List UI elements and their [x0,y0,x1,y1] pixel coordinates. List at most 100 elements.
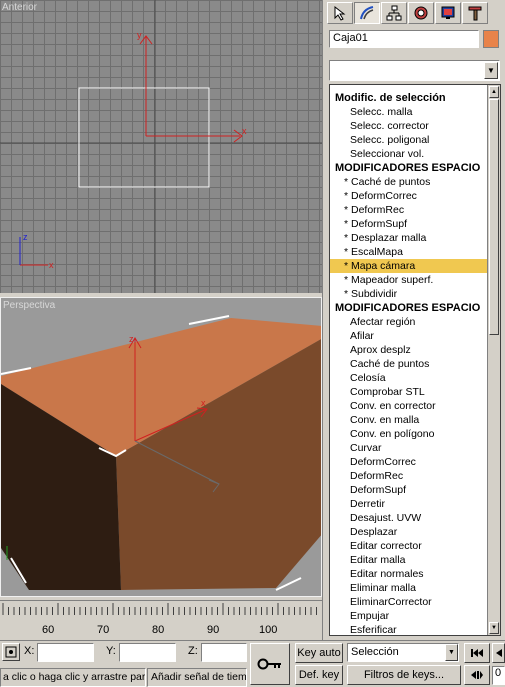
tab-motion[interactable] [408,2,434,24]
modifier-list[interactable]: Modific. de selección Selecc. malla Selecc… [329,84,501,636]
modifier-item[interactable]: * EscalMapa [330,245,488,259]
modifier-item[interactable]: EliminarCorrector [330,595,488,609]
modifier-item[interactable]: Selecc. corrector [330,119,488,133]
modifier-item[interactable]: Conv. en polígono [330,427,488,441]
key-auto-button[interactable]: Key auto [295,643,343,663]
x-coord-field[interactable] [37,643,94,662]
modifier-item[interactable]: * Caché de puntos [330,175,488,189]
add-time-tag[interactable]: Añadir señal de tiem [147,668,247,687]
set-key-button[interactable] [250,643,290,685]
modifier-item[interactable]: * Mapeador superf. [330,273,488,287]
current-frame-field[interactable]: 0 [492,666,505,685]
modifier-item[interactable]: DeformRec [330,469,488,483]
key-filters-button[interactable]: Filtros de keys... [347,665,461,685]
tab-modify[interactable] [354,2,380,24]
object-color-swatch[interactable] [483,30,499,48]
gizmo-y-label: y [137,30,142,40]
modifier-category-header[interactable]: Modific. de selección [330,91,488,105]
timeline-ruler[interactable]: 60 70 80 90 100 [0,600,322,638]
ruler-label: 100 [259,624,278,636]
key-icon [257,658,281,670]
modifier-item[interactable]: Afilar [330,329,488,343]
modifier-item[interactable]: Selecc. malla [330,105,488,119]
modifier-item[interactable]: Conv. en malla [330,413,488,427]
modifier-item[interactable]: * Desplazar malla [330,231,488,245]
modifier-item[interactable]: * Subdividir [330,287,488,301]
box-object-front[interactable] [78,87,210,188]
scroll-up-icon[interactable]: ▲ [489,86,499,98]
key-mode-icon [471,671,483,679]
modifier-item[interactable]: Conv. en corrector [330,399,488,413]
absolute-mode-toggle[interactable] [2,643,20,661]
go-to-start-button[interactable] [464,643,490,663]
y-coord-label: Y: [106,645,116,657]
ruler-label: 70 [97,624,110,636]
modifier-item[interactable]: Empujar [330,609,488,623]
create-icon [334,5,346,21]
transform-type-in-icon [5,646,17,658]
modifier-item[interactable]: Afectar región [330,315,488,329]
modifier-item[interactable]: Derretir [330,497,488,511]
tab-create[interactable] [327,2,353,24]
key-mode-toggle[interactable] [464,665,490,685]
viewport-perspective-label[interactable]: Perspectiva [3,300,55,311]
modifier-item[interactable]: Seleccionar vol. [330,147,488,161]
x-coord-label: X: [24,645,35,657]
modifier-item[interactable]: Desplazar [330,525,488,539]
go-to-start-icon [471,649,483,657]
modifier-item[interactable]: Editar normales [330,567,488,581]
modifier-item[interactable]: Desajust. UVW [330,511,488,525]
modifier-item[interactable]: Celosía [330,371,488,385]
chevron-down-icon[interactable]: ▼ [445,644,458,661]
tripod-z-label: z [23,232,28,242]
utilities-icon [468,6,482,21]
persp-z-label: z [129,334,134,344]
modifier-item[interactable]: Editar corrector [330,539,488,553]
modifier-item[interactable]: Aprox desplz [330,343,488,357]
y-coord-field[interactable] [119,643,176,662]
modifier-item[interactable]: DeformSupf [330,483,488,497]
display-icon [441,6,455,19]
object-name-field[interactable]: Caja01 [329,30,479,48]
key-filter-selection-dropdown[interactable]: Selección ▼ [347,643,459,662]
gizmo-x-label: x [242,126,247,136]
modifier-item[interactable]: Comprobar STL [330,385,488,399]
command-panel: Caja01 ▼ Modific. de selección Selecc. ma… [322,0,505,640]
viewport-perspective[interactable]: z x Perspectiva [0,297,322,597]
modifier-item[interactable]: * DeformRec [330,203,488,217]
viewport-front-scene: y x x z [0,0,322,293]
modifier-item[interactable]: Caché de puntos [330,357,488,371]
motion-icon [414,6,428,20]
modifier-list-dropdown[interactable]: ▼ [329,60,500,81]
modifier-category-header[interactable]: MODIFICADORES ESPACIO [330,161,488,175]
modifier-item[interactable]: Eliminar malla [330,581,488,595]
modifier-item[interactable]: Editar malla [330,553,488,567]
previous-frame-button[interactable] [492,643,505,663]
viewport-front-label[interactable]: Anterior [2,2,37,13]
status-bar: X: Y: Z: Key auto Def. key Selección ▼ F… [0,640,505,687]
modifier-item[interactable]: * Mapa cámara [330,259,488,273]
viewport-front[interactable]: y x x z Anterior [0,0,322,293]
z-coord-label: Z: [188,645,198,657]
scroll-thumb[interactable] [489,99,499,335]
modifier-list-scrollbar[interactable]: ▲ ▼ [487,85,500,635]
modifier-item[interactable]: * DeformCorrec [330,189,488,203]
ruler-label: 90 [207,624,220,636]
modify-icon [360,6,374,20]
ruler-label: 60 [42,624,55,636]
modifier-item[interactable]: DeformCorrec [330,455,488,469]
tab-hierarchy[interactable] [381,2,407,24]
modifier-item[interactable]: Esferificar [330,623,488,635]
selection-value: Selección [351,646,399,658]
tab-utilities[interactable] [462,2,488,24]
def-key-button[interactable]: Def. key [295,665,343,685]
scroll-down-icon[interactable]: ▼ [489,622,499,634]
modifier-category-header[interactable]: MODIFICADORES ESPACIO [330,301,488,315]
modifier-item[interactable]: Selecc. poligonal [330,133,488,147]
chevron-down-icon[interactable]: ▼ [484,62,498,79]
z-coord-field[interactable] [201,643,247,662]
prompt-line: a clic o haga clic y arrastre par [0,668,146,687]
modifier-item[interactable]: Curvar [330,441,488,455]
modifier-item[interactable]: * DeformSupf [330,217,488,231]
tab-display[interactable] [435,2,461,24]
